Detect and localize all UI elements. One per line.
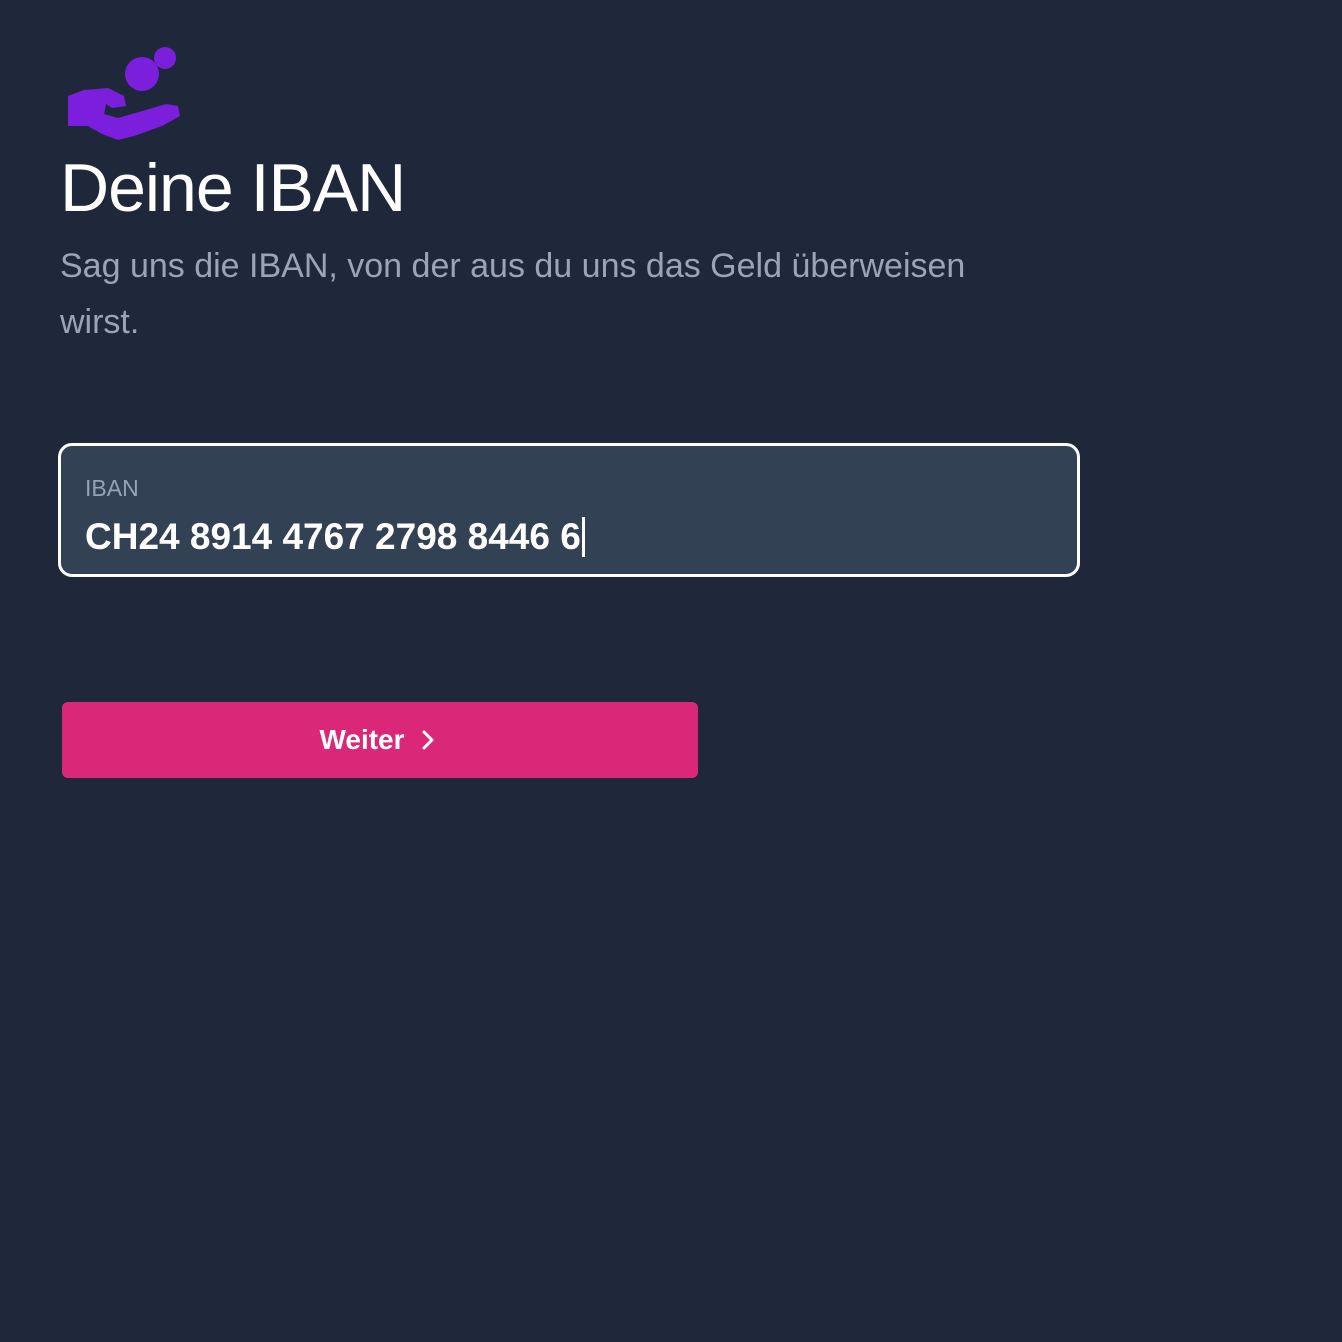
text-caret [581,517,585,557]
iban-value: CH24 8914 4767 2798 8446 6 [85,516,581,557]
page-title: Deine IBAN [60,150,406,226]
iban-label: IBAN [85,475,139,501]
page-subtitle: Sag uns die IBAN, von der aus du uns das… [60,247,966,341]
iban-field[interactable]: IBAN CH24 8914 4767 2798 8446 6 [58,443,1080,577]
iban-input[interactable]: CH24 8914 4767 2798 8446 6 [85,514,585,560]
chevron-right-icon [421,728,441,752]
hand-coin-icon [66,44,184,144]
continue-button[interactable]: Weiter [62,702,698,778]
continue-button-label: Weiter [319,724,405,755]
